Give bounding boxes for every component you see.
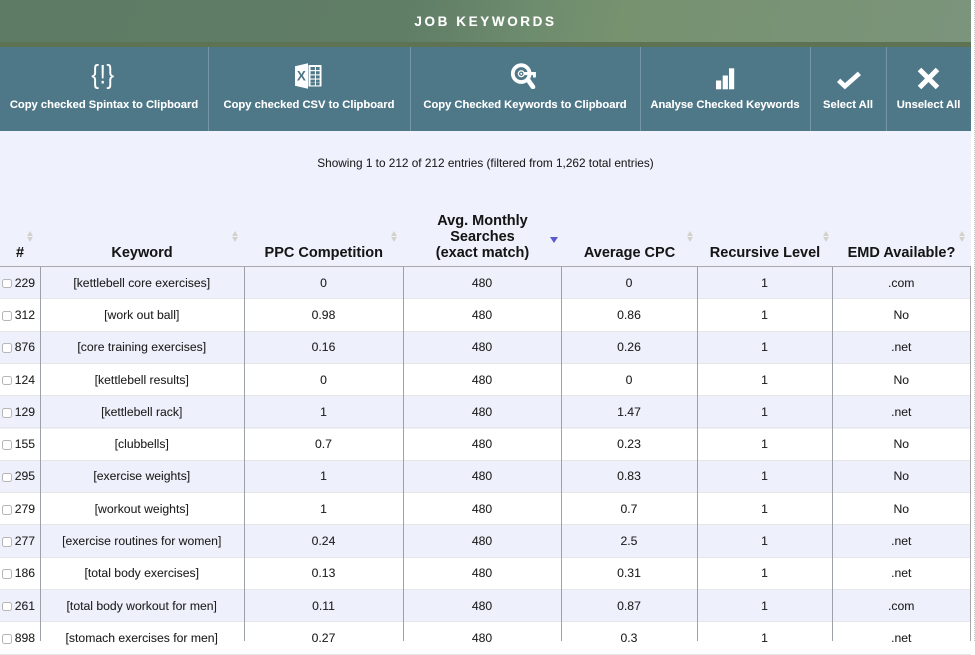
svg-text:X: X — [297, 68, 306, 83]
